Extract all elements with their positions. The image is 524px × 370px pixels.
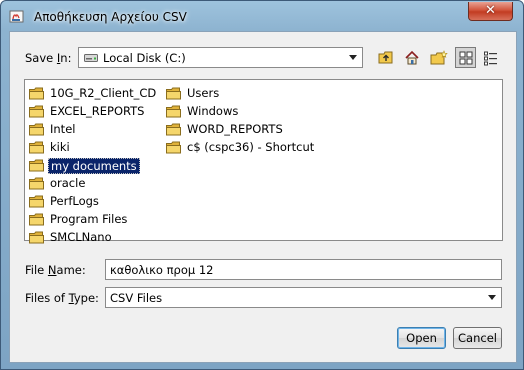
folder-icon [29, 195, 44, 208]
cancel-button[interactable]: Cancel [453, 327, 502, 349]
folder-item-label: c$ (cspc36) - Shortcut [187, 140, 315, 154]
home-icon [405, 50, 419, 65]
chevron-down-icon [488, 295, 496, 300]
folder-item-label: oracle [50, 176, 86, 190]
folder-icon [166, 87, 181, 100]
folder-item-label: 10G_R2_Client_CD [50, 86, 157, 100]
list-view-button[interactable] [455, 47, 476, 68]
folder-item-label: Intel [50, 122, 76, 136]
up-one-level-button[interactable] [375, 47, 396, 68]
file-name-input[interactable]: καθολικο προμ 12 [105, 259, 502, 280]
title-bar[interactable]: Αποθήκευση Αρχείου CSV ✕ [1, 1, 523, 33]
folder-icon [29, 177, 44, 190]
file-name-value: καθολικο προμ 12 [110, 263, 214, 277]
home-button[interactable] [401, 47, 422, 68]
folder-icon [29, 231, 44, 244]
folder-item-label: EXCEL_REPORTS [50, 104, 145, 118]
close-button[interactable]: ✕ [468, 2, 513, 21]
folder-icon [29, 159, 44, 172]
folder-item-label: my documents [48, 158, 140, 174]
list-view-icon [459, 51, 473, 65]
save-in-combo[interactable]: Local Disk (C:) [78, 47, 363, 68]
save-in-value: Local Disk (C:) [103, 51, 186, 65]
details-view-icon [484, 51, 497, 66]
folder-icon [29, 105, 44, 118]
file-list[interactable]: 10G_R2_Client_CD EXCEL_REPORTS Intel kiki my… [24, 79, 503, 244]
save-in-label: Save In: [25, 51, 72, 65]
close-icon: ✕ [485, 3, 496, 18]
chevron-down-icon [349, 55, 357, 60]
details-view-button[interactable] [480, 47, 501, 68]
folder-icon [166, 123, 181, 136]
file-type-label: Files of Type: [25, 291, 99, 305]
java-cup-icon [9, 10, 24, 23]
open-button[interactable]: Open [397, 327, 446, 349]
folder-item-label: Program Files [50, 212, 128, 226]
folder-item-label: Users [187, 86, 220, 100]
drive-icon [84, 54, 98, 62]
new-folder-icon [430, 50, 448, 65]
folder-icon [29, 141, 44, 154]
folder-icon [29, 213, 44, 226]
folder-icon [29, 123, 44, 136]
save-dialog-window: Αποθήκευση Αρχείου CSV ✕ Save In: Local … [0, 0, 524, 370]
folder-icon [29, 87, 44, 100]
file-type-value: CSV Files [110, 291, 163, 305]
file-name-label: File Name: [25, 263, 86, 277]
folder-item-label: SMCLNano [50, 230, 112, 244]
dialog-content: Save In: Local Disk (C:) 10G_R2_Client_C… [9, 31, 517, 363]
file-type-combo[interactable]: CSV Files [105, 287, 502, 308]
folder-item-label: Windows [187, 104, 239, 118]
folder-icon [166, 141, 181, 154]
new-folder-button[interactable] [427, 47, 448, 68]
folder-item-label: kiki [50, 140, 70, 154]
folder-item-label: PerfLogs [50, 194, 99, 208]
folder-up-icon [378, 51, 393, 64]
window-title: Αποθήκευση Αρχείου CSV [34, 10, 187, 24]
folder-icon [166, 105, 181, 118]
folder-item-label: WORD_REPORTS [187, 122, 283, 136]
